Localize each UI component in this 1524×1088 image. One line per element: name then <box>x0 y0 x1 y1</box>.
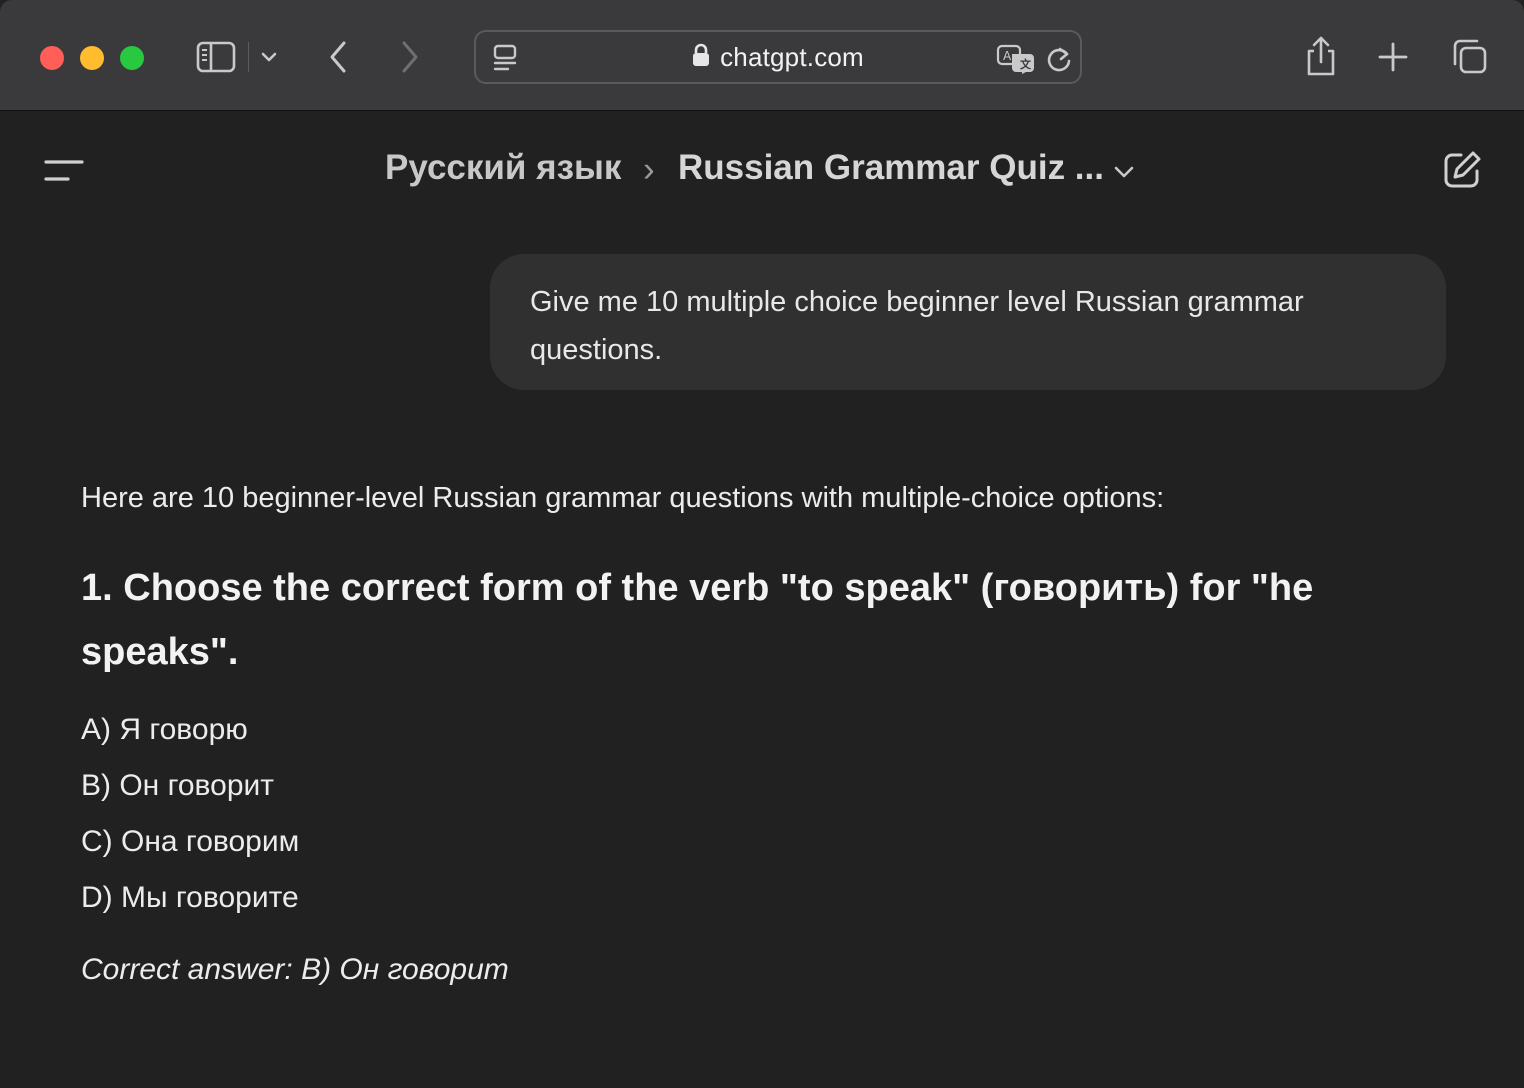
tab-overview-icon[interactable] <box>1450 38 1490 76</box>
plus-icon[interactable] <box>1376 40 1410 74</box>
breadcrumb-project[interactable]: Русский язык <box>385 148 621 188</box>
breadcrumb-separator: › <box>643 150 655 189</box>
maximize-window-button[interactable] <box>120 46 144 70</box>
chat-title[interactable]: Russian Grammar Quiz ... <box>678 148 1104 188</box>
translate-icon[interactable]: A 文 <box>996 44 1036 74</box>
option-b: B) Он говорит <box>81 769 275 802</box>
svg-text:文: 文 <box>1020 57 1032 71</box>
option-d: D) Мы говорите <box>81 881 299 914</box>
page-menu-icon[interactable] <box>490 44 520 72</box>
option-c: C) Она говорим <box>81 825 300 858</box>
reload-icon[interactable] <box>1044 44 1074 74</box>
svg-text:A: A <box>1003 49 1012 63</box>
browser-toolbar: chatgpt.com A 文 <box>0 0 1524 111</box>
close-window-button[interactable] <box>40 46 64 70</box>
minimize-window-button[interactable] <box>80 46 104 70</box>
menu-icon[interactable] <box>44 156 84 186</box>
address-bar[interactable]: chatgpt.com A 文 <box>474 30 1082 84</box>
question-heading: 1. Choose the correct form of the verb "… <box>81 567 1314 673</box>
browser-window: chatgpt.com A 文 Русский язык › Russian G… <box>0 0 1524 1088</box>
toolbar-divider <box>248 42 249 72</box>
chevron-down-icon[interactable] <box>258 46 280 68</box>
assistant-intro: Here are 10 beginner-level Russian gramm… <box>81 482 1165 514</box>
lock-icon <box>692 43 710 72</box>
share-icon[interactable] <box>1302 34 1340 78</box>
url-text: chatgpt.com <box>720 41 864 72</box>
chevron-left-icon[interactable] <box>322 38 354 76</box>
chevron-right-icon[interactable] <box>394 38 426 76</box>
user-message-bubble: Give me 10 multiple choice beginner leve… <box>490 254 1446 390</box>
option-a: A) Я говорю <box>81 713 248 746</box>
new-chat-icon[interactable] <box>1440 148 1484 192</box>
correct-answer: Correct answer: B) Он говорит <box>81 953 509 986</box>
sidebar-toggle-icon[interactable] <box>194 38 238 76</box>
chevron-down-icon[interactable] <box>1112 162 1136 182</box>
